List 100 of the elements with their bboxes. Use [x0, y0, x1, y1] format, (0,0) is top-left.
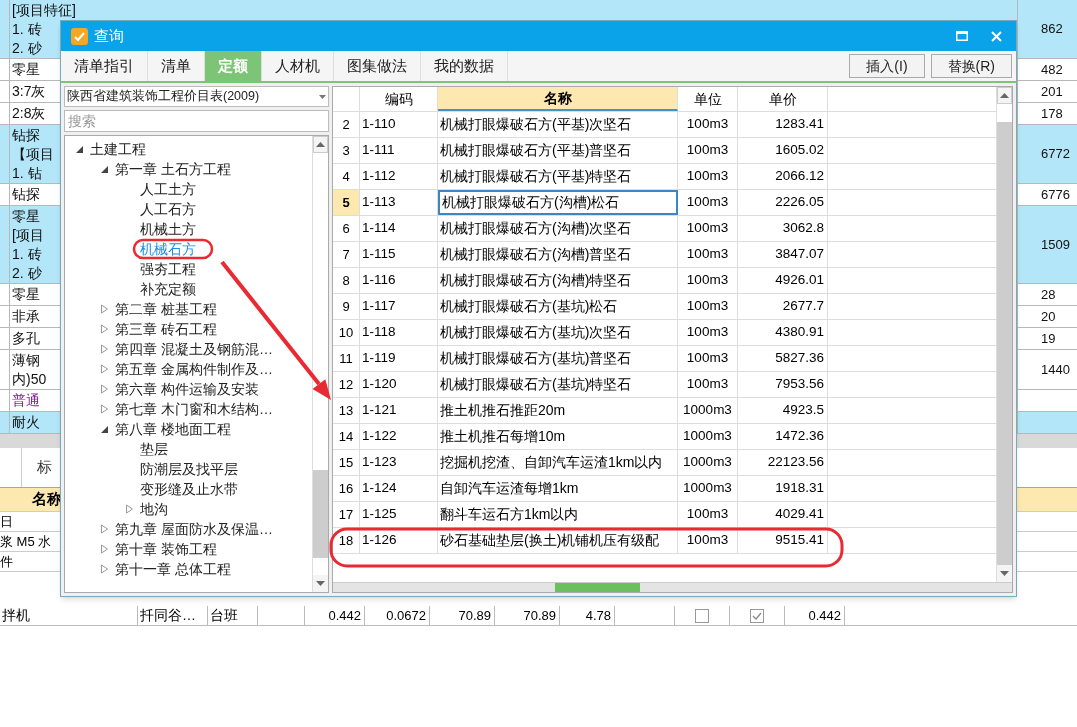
- number-cell-text: 0.442: [328, 606, 361, 625]
- sheet-cell-text: 日: [0, 512, 13, 531]
- column-header[interactable]: 名称: [438, 87, 678, 111]
- row-number[interactable]: 15: [333, 450, 360, 475]
- tree-item[interactable]: 补充定额: [140, 278, 196, 300]
- tree-item[interactable]: 人工石方: [140, 198, 196, 220]
- sheet-cell-text: 1. 钻: [12, 163, 42, 183]
- sheet-cell-text: 薄钢: [12, 350, 40, 370]
- unit-cell: 100m3: [678, 294, 738, 319]
- sheet-cell-text: 件: [0, 552, 13, 571]
- code-cell: 1-112: [360, 164, 438, 189]
- tree-item[interactable]: 第一章 土石方工程: [115, 158, 231, 180]
- tree-item[interactable]: 土建工程: [90, 138, 146, 160]
- number-cell-text: 0.0672: [386, 606, 426, 625]
- tree-item[interactable]: 第二章 桩基工程: [115, 298, 217, 320]
- code-cell: 1-111: [360, 138, 438, 163]
- app-logo-icon: [71, 27, 88, 45]
- row-number[interactable]: 18: [333, 528, 360, 553]
- number-cell-text: 0.442: [808, 606, 841, 625]
- row-number[interactable]: 6: [333, 216, 360, 241]
- row-number[interactable]: 12: [333, 372, 360, 397]
- collapsed-triangle-icon[interactable]: [125, 504, 134, 514]
- panel-tab[interactable]: 标: [37, 456, 52, 479]
- price-cell: 9515.41: [738, 528, 828, 553]
- tree-item[interactable]: 变形缝及止水带: [140, 478, 238, 500]
- row-number[interactable]: 11: [333, 346, 360, 371]
- expanded-triangle-icon[interactable]: [75, 144, 84, 154]
- collapsed-triangle-icon[interactable]: [100, 364, 109, 374]
- collapsed-triangle-icon[interactable]: [100, 384, 109, 394]
- code-cell: 1-117: [360, 294, 438, 319]
- tree-item[interactable]: 第七章 木门窗和木结构…: [115, 398, 273, 420]
- collapsed-triangle-icon[interactable]: [100, 324, 109, 334]
- scrollbar[interactable]: [312, 136, 328, 592]
- tree-item[interactable]: 第六章 构件运输及安装: [115, 378, 259, 400]
- tree-item[interactable]: 第十一章 总体工程: [115, 558, 231, 580]
- tree-item[interactable]: 第十章 装饰工程: [115, 538, 217, 560]
- row-number[interactable]: 16: [333, 476, 360, 501]
- up-arrow-icon: [316, 142, 325, 147]
- scroll-thumb[interactable]: [997, 122, 1012, 565]
- checkbox[interactable]: [750, 608, 764, 623]
- splitter-handle[interactable]: [555, 583, 640, 592]
- row-number[interactable]: 2: [333, 112, 360, 137]
- close-icon[interactable]: [991, 30, 1002, 42]
- tree-item[interactable]: 第八章 楼地面工程: [115, 418, 231, 440]
- tree-item[interactable]: 第四章 混凝土及钢筋混…: [115, 338, 273, 360]
- name-cell: 机械打眼爆破石方(基坑)特坚石: [438, 372, 678, 397]
- tab[interactable]: 我的数据: [421, 51, 508, 81]
- price-cell: 7953.56: [738, 372, 828, 397]
- row-number[interactable]: 10: [333, 320, 360, 345]
- tree-item[interactable]: 垫层: [140, 438, 168, 460]
- row-number[interactable]: 3: [333, 138, 360, 163]
- row-number[interactable]: 5: [333, 190, 360, 215]
- name-cell: 挖掘机挖渣、自卸汽车运渣1km以内: [438, 450, 678, 475]
- name-cell: 机械打眼爆破石方(平基)次坚石: [438, 112, 678, 137]
- tab[interactable]: 人材机: [262, 51, 334, 81]
- unit-cell: 1000m3: [678, 450, 738, 475]
- sheet-cell-text: 1. 砖: [12, 19, 42, 39]
- expanded-triangle-icon[interactable]: [100, 424, 109, 434]
- amount-cell-text: 28: [1041, 285, 1056, 304]
- tab[interactable]: 清单指引: [61, 51, 148, 81]
- code-cell: 1-110: [360, 112, 438, 137]
- scroll-thumb[interactable]: [313, 469, 328, 559]
- maximize-icon[interactable]: [956, 31, 968, 41]
- row-number[interactable]: 7: [333, 242, 360, 267]
- unit-cell: 100m3: [678, 216, 738, 241]
- tab[interactable]: 图集做法: [334, 51, 421, 81]
- collapsed-triangle-icon[interactable]: [100, 544, 109, 554]
- row-number[interactable]: 4: [333, 164, 360, 189]
- tree-item[interactable]: 地沟: [140, 498, 168, 520]
- tree-item[interactable]: 第九章 屋面防水及保温…: [115, 518, 273, 540]
- tree-item[interactable]: 第五章 金属构件制作及…: [115, 358, 273, 380]
- collapsed-triangle-icon[interactable]: [100, 344, 109, 354]
- unit-cell: 100m3: [678, 164, 738, 189]
- action-button[interactable]: 替换(R): [930, 54, 1012, 78]
- tree-item[interactable]: 防潮层及找平层: [140, 458, 238, 480]
- row-number[interactable]: 17: [333, 502, 360, 527]
- row-number[interactable]: 9: [333, 294, 360, 319]
- collapsed-triangle-icon[interactable]: [100, 304, 109, 314]
- name-cell: 推土机推石推距20m: [438, 398, 678, 423]
- collapsed-triangle-icon[interactable]: [100, 524, 109, 534]
- action-button[interactable]: 插入(I): [849, 54, 925, 78]
- tree-item[interactable]: 人工土方: [140, 178, 196, 200]
- amount-cell-text: 6776: [1041, 185, 1070, 204]
- checkbox[interactable]: [695, 608, 709, 623]
- tree-item[interactable]: 机械土方: [140, 218, 196, 240]
- row-number[interactable]: 8: [333, 268, 360, 293]
- row-number[interactable]: 13: [333, 398, 360, 423]
- search-field[interactable]: 搜索: [64, 110, 329, 132]
- expanded-triangle-icon[interactable]: [100, 164, 109, 174]
- scrollbar[interactable]: [996, 87, 1012, 582]
- row-number[interactable]: 14: [333, 424, 360, 449]
- collapsed-triangle-icon[interactable]: [100, 404, 109, 414]
- collapsed-triangle-icon[interactable]: [100, 564, 109, 574]
- tree-item[interactable]: 第三章 砖石工程: [115, 318, 217, 340]
- number-cell-text: 70.89: [458, 606, 491, 625]
- code-cell: 1-125: [360, 502, 438, 527]
- price-cell: 4380.91: [738, 320, 828, 345]
- library-dropdown[interactable]: 陕西省建筑装饰工程价目表(2009): [64, 86, 329, 107]
- tree-item[interactable]: 强夯工程: [140, 258, 196, 280]
- sheet-cell-text: [项目: [12, 225, 44, 245]
